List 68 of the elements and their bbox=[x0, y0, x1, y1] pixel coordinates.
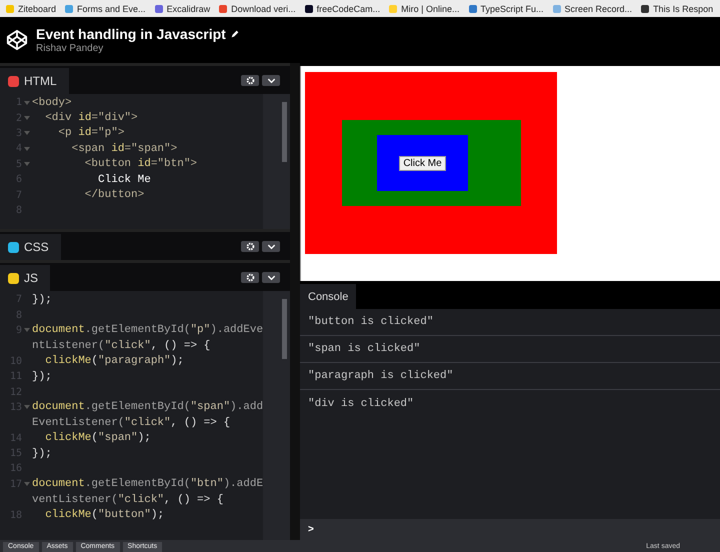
settings-icon bbox=[246, 272, 254, 282]
scrollbar-thumb[interactable] bbox=[282, 102, 287, 162]
code-line: Click Me bbox=[97, 174, 151, 186]
fold-arrow-icon[interactable] bbox=[24, 146, 30, 152]
fold-arrow-icon[interactable] bbox=[24, 130, 30, 136]
collapse-button[interactable] bbox=[262, 272, 280, 282]
code-line: EventListener("click", () => { bbox=[32, 416, 230, 429]
pen-title: Event handling in Javascript bbox=[36, 26, 226, 42]
code-line: clickMe("button"); bbox=[44, 509, 164, 522]
code-line: <body> bbox=[32, 96, 72, 109]
code-line: clickMe("span"); bbox=[44, 432, 151, 444]
chevron-down-icon bbox=[266, 272, 276, 282]
click-me-button[interactable]: Click Me bbox=[399, 156, 446, 170]
code-line: <span id="span"> bbox=[70, 142, 178, 155]
editor-tab[interactable]: CSS bbox=[0, 234, 61, 260]
scrollbar-thumb[interactable] bbox=[282, 299, 287, 359]
cube-logo-icon[interactable] bbox=[6, 29, 28, 51]
code-line: }); bbox=[32, 448, 52, 460]
bookmark-link[interactable]: freeCodeCam... bbox=[304, 4, 380, 14]
code-line: document.getElementById("btn").addE bbox=[32, 478, 264, 490]
code-line: ntListener("click", () => { bbox=[32, 340, 210, 352]
console-input[interactable]: > bbox=[300, 519, 720, 540]
fold-arrow-icon[interactable] bbox=[24, 404, 30, 410]
bookmark-link[interactable]: Ziteboard bbox=[6, 4, 56, 14]
code-line: }); bbox=[32, 370, 52, 383]
console-message: "paragraph is clicked" bbox=[308, 370, 454, 382]
bookmark-link[interactable]: TypeScript Fu... bbox=[468, 4, 544, 14]
settings-button[interactable] bbox=[241, 240, 259, 252]
fold-arrow-icon[interactable] bbox=[24, 481, 30, 488]
bookmark-link[interactable]: Download veri... bbox=[219, 4, 296, 14]
settings-button[interactable] bbox=[241, 74, 259, 86]
code-editor[interactable] bbox=[0, 291, 290, 540]
console-message: "div is clicked" bbox=[308, 398, 414, 410]
bookmark-link[interactable]: Screen Record... bbox=[552, 4, 632, 14]
code-line: ventListener("click", () => { bbox=[32, 494, 224, 506]
div-box[interactable]: Click Me bbox=[305, 72, 557, 254]
author-name: Rishav Pandey bbox=[36, 43, 104, 54]
code-line: <p id="p"> bbox=[57, 127, 124, 140]
collapse-button[interactable] bbox=[262, 240, 280, 252]
chevron-down-icon bbox=[266, 242, 276, 250]
settings-icon bbox=[246, 242, 254, 250]
console-message: "button is clicked" bbox=[308, 316, 434, 328]
console-tab[interactable]: Console bbox=[300, 284, 356, 309]
settings-button[interactable] bbox=[241, 272, 259, 282]
console-message: "span is clicked" bbox=[308, 343, 420, 355]
code-line: <div id="div"> bbox=[44, 112, 138, 124]
code-line: </button> bbox=[84, 189, 144, 202]
code-line: document.getElementById("span").add bbox=[32, 401, 264, 414]
code-line: document.getElementById("p").addEve bbox=[32, 324, 264, 336]
bookmark-link[interactable]: This Is Respon bbox=[641, 4, 714, 14]
pencil-icon[interactable] bbox=[230, 29, 240, 39]
fold-arrow-icon[interactable] bbox=[24, 115, 30, 122]
bookmark-link[interactable]: Excalidraw bbox=[154, 4, 210, 14]
code-line: clickMe("paragraph"); bbox=[44, 355, 184, 368]
editor-tab[interactable]: HTML bbox=[0, 68, 69, 94]
collapse-button[interactable] bbox=[262, 74, 280, 86]
span-box[interactable]: Click Me bbox=[377, 135, 468, 191]
code-line: }); bbox=[32, 294, 52, 306]
fold-arrow-icon[interactable] bbox=[24, 161, 30, 168]
settings-icon bbox=[246, 76, 254, 84]
fold-arrow-icon[interactable] bbox=[24, 327, 30, 334]
bookmark-link[interactable]: Forms and Eve... bbox=[65, 4, 146, 14]
chevron-down-icon bbox=[266, 76, 276, 84]
code-line: <button id="btn"> bbox=[84, 158, 198, 170]
paragraph-box[interactable]: Click Me bbox=[342, 120, 521, 206]
fold-arrow-icon[interactable] bbox=[24, 100, 30, 106]
editor-tab[interactable]: JS bbox=[0, 265, 50, 291]
bookmark-link[interactable]: Miro | Online... bbox=[389, 4, 460, 14]
